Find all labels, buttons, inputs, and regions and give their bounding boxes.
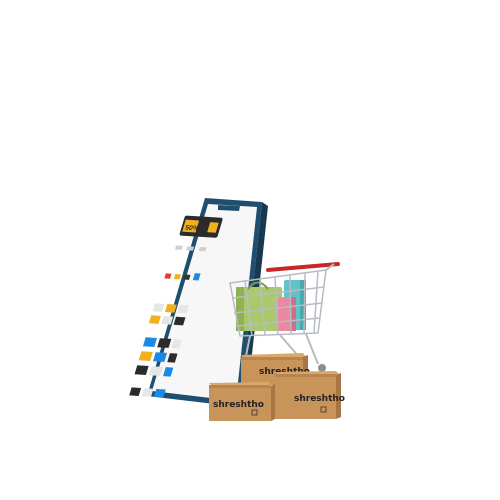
product-tile bbox=[129, 387, 142, 396]
category-tile bbox=[198, 246, 207, 252]
product-tile bbox=[148, 315, 161, 324]
cart-wheel bbox=[318, 364, 326, 372]
box-tape bbox=[209, 385, 271, 388]
ecommerce-illustration: 50% shreshtho shreshtho bbox=[129, 198, 345, 421]
category-tile bbox=[186, 246, 195, 251]
product-tile bbox=[138, 351, 153, 362]
phone-notch bbox=[218, 205, 240, 211]
box-tape bbox=[275, 374, 336, 377]
box-tape bbox=[241, 357, 303, 360]
cardboard-box-icon: shreshtho bbox=[275, 371, 345, 419]
box-side-face bbox=[271, 384, 275, 421]
product-tile bbox=[152, 303, 165, 312]
cardboard-box-icon: shreshtho bbox=[209, 382, 275, 421]
box-brand-label: shreshtho bbox=[294, 394, 345, 404]
brand-logo bbox=[164, 273, 172, 279]
shopping-bag-icon bbox=[278, 297, 296, 331]
category-tile bbox=[174, 245, 183, 250]
product-tile bbox=[134, 365, 149, 376]
brand-logo bbox=[173, 273, 182, 280]
product-tile bbox=[142, 337, 158, 348]
box-brand-label: shreshtho bbox=[213, 400, 264, 410]
